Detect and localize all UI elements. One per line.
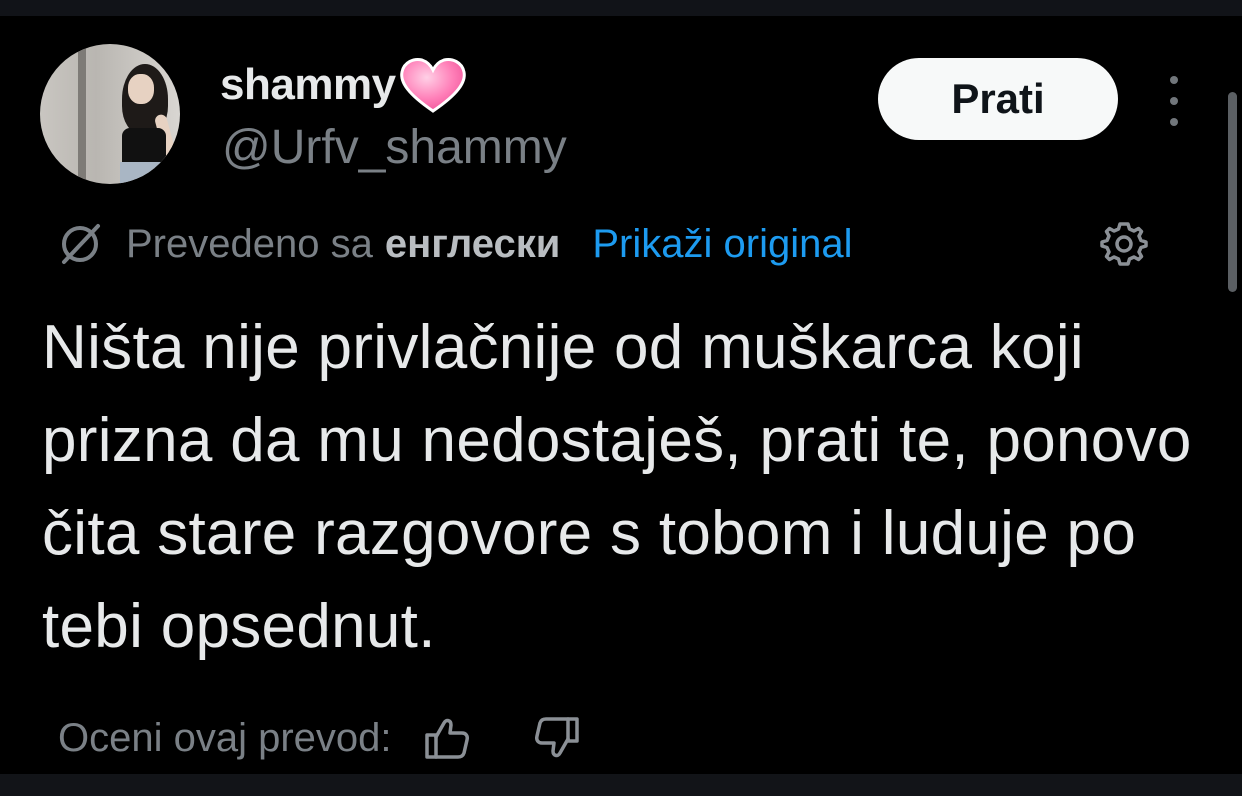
avatar[interactable] — [40, 44, 180, 184]
translation-row: Prevedeno sa енглески Prikaži original — [56, 216, 852, 272]
translated-from-label: Prevedeno sa — [126, 221, 373, 266]
thumbs-down-icon[interactable] — [532, 713, 582, 763]
rate-translation-row: Oceni ovaj prevod: — [58, 708, 582, 768]
gear-icon[interactable] — [1098, 218, 1150, 270]
translate-icon — [62, 224, 100, 264]
tweet-text: Ništa nije privlačnije od muškarca koji … — [42, 313, 1192, 661]
avatar-background-pillar — [78, 44, 86, 184]
pink-heart-icon — [399, 58, 466, 113]
follow-button[interactable]: Prati — [878, 58, 1118, 140]
user-handle[interactable]: @Urfv_shammy — [222, 120, 567, 175]
avatar-jeans — [120, 162, 170, 184]
more-vertical-icon[interactable] — [1160, 76, 1188, 126]
bottom-edge-strip — [0, 774, 1242, 796]
display-name[interactable]: shammy — [220, 56, 468, 114]
scrollbar-thumb[interactable] — [1228, 92, 1237, 292]
avatar-face — [128, 74, 154, 104]
rate-translation-label: Oceni ovaj prevod: — [58, 715, 392, 760]
tweet-card: shammy @Urfv_shammy Prati Prevedeno sa е… — [0, 16, 1242, 774]
display-name-text: shammy — [220, 60, 396, 109]
show-original-link[interactable]: Prikaži original — [592, 222, 852, 267]
top-edge-strip — [0, 0, 1242, 16]
source-language: енглески — [384, 221, 561, 266]
thumbs-up-icon[interactable] — [422, 713, 472, 763]
